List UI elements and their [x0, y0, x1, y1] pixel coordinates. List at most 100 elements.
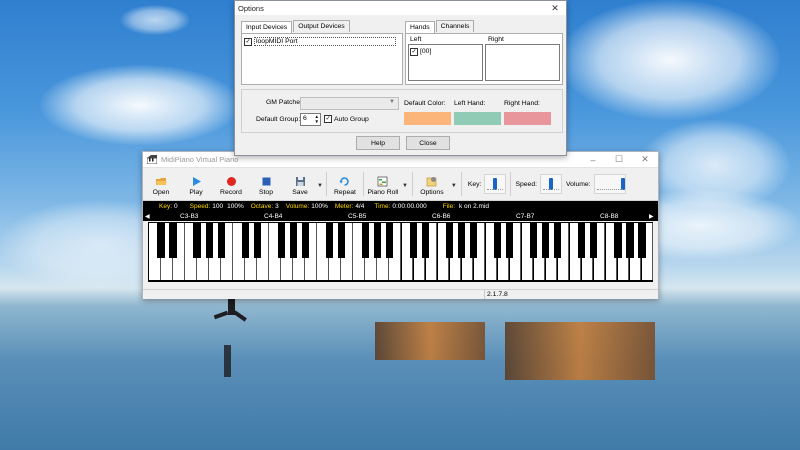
default-color-label: Default Color: [404, 100, 446, 107]
black-key[interactable] [578, 223, 586, 258]
black-key[interactable] [157, 223, 165, 258]
piano-roll-button[interactable]: Piano Roll [364, 168, 402, 200]
black-key[interactable] [626, 223, 634, 258]
options-button[interactable]: Options [413, 168, 451, 200]
list-item[interactable]: ✓ [00] [409, 47, 482, 56]
meter-info-value: 4/4 [355, 203, 365, 210]
version-label: 2.1.7.8 [484, 290, 508, 299]
black-key[interactable] [530, 223, 538, 258]
piano-keyboard [148, 222, 654, 282]
piano-roll-dropdown-arrow[interactable]: ▼ [402, 183, 408, 189]
volume-slider-label: Volume: [566, 180, 591, 188]
key-slider-group: Key: [468, 173, 507, 195]
left-hand-color-swatch[interactable] [454, 112, 501, 125]
stop-button[interactable]: Stop [249, 168, 283, 200]
options-dropdown-arrow[interactable]: ▼ [451, 183, 457, 189]
save-button[interactable]: Save [283, 168, 317, 200]
black-key[interactable] [193, 223, 201, 258]
octave-label: C5-B5 [348, 213, 367, 220]
left-hand-list[interactable]: ✓ [00] [408, 44, 483, 81]
black-key[interactable] [301, 223, 309, 258]
record-button[interactable]: Record [213, 168, 249, 200]
black-key[interactable] [361, 223, 370, 258]
options-close-icon[interactable]: ✕ [544, 3, 566, 14]
piano-app-icon [146, 155, 158, 165]
time-info-value: 0:00:00.000 [392, 203, 427, 210]
default-color-swatch[interactable] [404, 112, 451, 125]
piano-roll-icon [377, 176, 388, 187]
speed-info-label: Speed: [189, 203, 211, 210]
black-key[interactable] [421, 223, 430, 258]
runner-leg [233, 310, 247, 322]
black-key[interactable] [217, 223, 225, 258]
scroll-right-arrow[interactable]: ▶ [649, 213, 654, 220]
input-device-list[interactable]: ✓ loopMIDI Port [242, 34, 400, 82]
right-hand-color-swatch[interactable] [504, 112, 551, 125]
black-key[interactable] [494, 223, 502, 258]
octave-bar: ◀ C3-B3 C4-B4 C5-B5 C6-B6 C7-B7 C8-B8 ▶ [143, 212, 658, 221]
black-key[interactable] [638, 223, 646, 258]
black-key[interactable] [169, 223, 177, 258]
device-checkbox[interactable]: ✓ [244, 37, 252, 46]
midipiano-window: MidiPiano Virtual Piano – ☐ ✕ Open Play … [142, 151, 659, 299]
gm-patches-select[interactable]: ▼ [300, 97, 399, 110]
black-key[interactable] [470, 223, 478, 258]
right-hand-color-label: Right Hand: [504, 100, 540, 107]
black-key[interactable] [205, 223, 213, 258]
toolbar-separator [510, 172, 512, 196]
tab-input-devices[interactable]: Input Devices [241, 21, 293, 33]
auto-group-checkbox[interactable]: ✓ [324, 115, 332, 123]
black-key[interactable] [614, 223, 622, 258]
octave-label: C6-B6 [432, 213, 451, 220]
open-button[interactable]: Open [143, 168, 179, 200]
device-tabs: Input Devices Output Devices [241, 20, 351, 33]
black-key[interactable] [385, 223, 394, 258]
help-button[interactable]: Help [356, 136, 400, 150]
stepper-arrows-icon[interactable]: ▲ ▼ [315, 114, 319, 124]
black-key[interactable] [409, 223, 418, 258]
speed-slider-group: Speed: [515, 173, 563, 195]
default-group-stepper[interactable]: 6 ▲ ▼ [300, 113, 321, 126]
black-key[interactable] [458, 223, 466, 258]
runner-reflection [224, 345, 231, 377]
close-dialog-button[interactable]: Close [406, 136, 450, 150]
list-item[interactable]: ✓ loopMIDI Port [243, 37, 400, 46]
key-slider[interactable] [484, 174, 507, 194]
left-channel-checkbox[interactable]: ✓ [410, 47, 418, 56]
save-dropdown-arrow[interactable]: ▼ [317, 183, 323, 189]
speed-slider-label: Speed: [515, 180, 538, 188]
black-key[interactable] [337, 223, 345, 258]
floppy-save-icon [295, 176, 306, 187]
default-group-value: 6 [303, 115, 307, 122]
black-key[interactable] [277, 223, 285, 258]
tab-channels[interactable]: Channels [435, 20, 475, 32]
volume-info-value: 100% [311, 203, 328, 210]
speed-slider[interactable] [540, 174, 563, 194]
minimize-button[interactable]: – [580, 152, 606, 167]
chevron-down-icon: ▼ [389, 99, 395, 105]
left-channel-label: [00] [420, 48, 432, 55]
scroll-left-arrow[interactable]: ◀ [145, 213, 150, 220]
close-button[interactable]: ✕ [632, 152, 658, 167]
volume-slider[interactable] [593, 174, 626, 194]
repeat-button[interactable]: Repeat [327, 168, 363, 200]
black-key[interactable] [373, 223, 382, 258]
black-key[interactable] [506, 223, 514, 258]
black-key[interactable] [241, 223, 249, 258]
tab-hands[interactable]: Hands [405, 21, 435, 33]
black-key[interactable] [445, 223, 454, 258]
tab-output-devices[interactable]: Output Devices [293, 20, 350, 32]
black-key[interactable] [325, 223, 333, 258]
left-hand-color-label: Left Hand: [454, 100, 486, 107]
hands-panel: Left Right ✓ [00] [405, 33, 563, 85]
rock-reflection [505, 322, 655, 380]
options-titlebar[interactable]: Options ✕ [235, 1, 566, 15]
black-key[interactable] [253, 223, 261, 258]
right-hand-list[interactable] [485, 44, 560, 81]
black-key[interactable] [289, 223, 297, 258]
play-button[interactable]: Play [179, 168, 213, 200]
black-key[interactable] [554, 223, 562, 258]
black-key[interactable] [590, 223, 598, 258]
black-key[interactable] [542, 223, 550, 258]
maximize-button[interactable]: ☐ [606, 152, 632, 167]
